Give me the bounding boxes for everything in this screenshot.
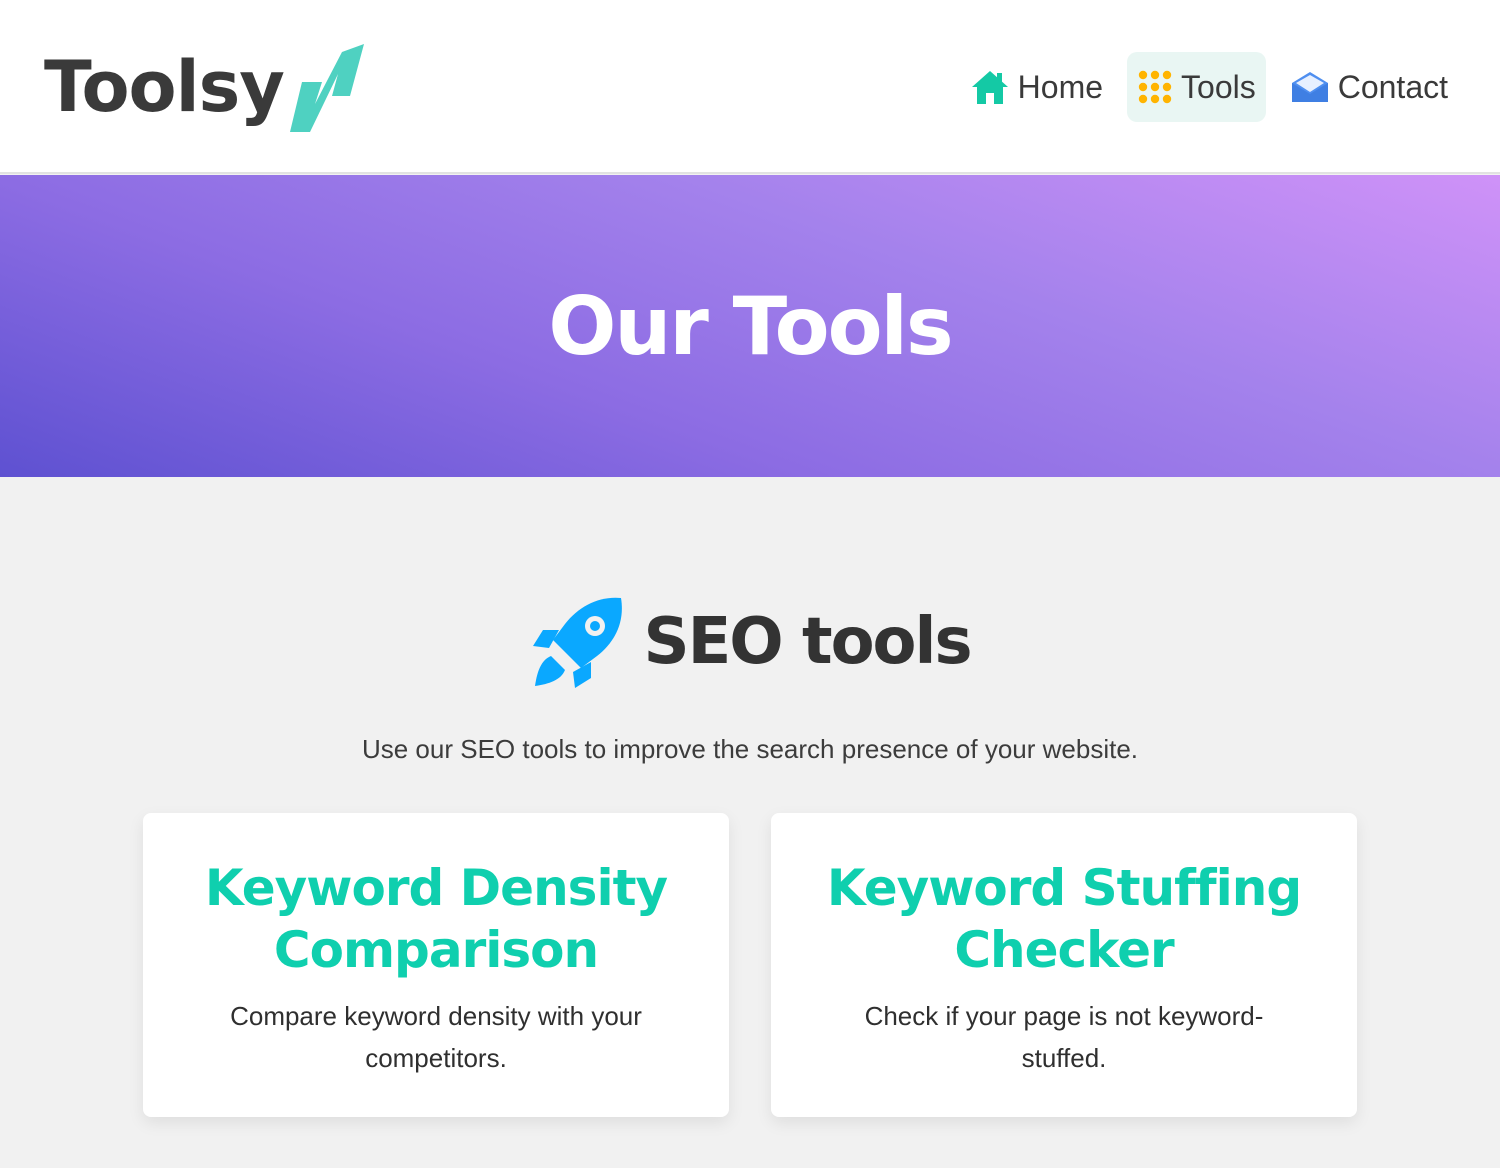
nav-item-home[interactable]: Home (960, 52, 1113, 122)
main-nav: Home Tools Contact (946, 52, 1458, 122)
logo-mark-icon (289, 44, 364, 132)
rocket-icon (533, 597, 623, 688)
grid-dots-icon (1138, 70, 1172, 104)
tool-card-keyword-density-comparison[interactable]: Keyword Density Comparison Compare keywo… (143, 813, 729, 1117)
card-title[interactable]: Keyword Stuffing Checker (811, 857, 1317, 981)
section-description: Use our SEO tools to improve the search … (361, 734, 1139, 764)
section-title: SEO tools (643, 605, 972, 679)
section-heading: SEO tools (0, 592, 1500, 692)
site-logo[interactable]: Toolsy (44, 40, 372, 134)
tool-card-keyword-stuffing-checker[interactable]: Keyword Stuffing Checker Check if your p… (771, 813, 1357, 1117)
card-description: Compare keyword density with your compet… (230, 1001, 642, 1073)
nav-item-label: Tools (1181, 68, 1256, 105)
card-description: Check if your page is not keyword-stuffe… (864, 1001, 1264, 1073)
hero-banner: Our Tools (0, 175, 1500, 477)
site-header: Toolsy Home Tools Contact (0, 0, 1500, 174)
nav-item-contact[interactable]: Contact (1280, 52, 1458, 122)
nav-item-label: Contact (1337, 68, 1448, 105)
page-title: Our Tools (548, 279, 953, 373)
nav-item-tools[interactable]: Tools (1127, 52, 1266, 122)
envelope-icon (1291, 72, 1328, 102)
home-icon (971, 71, 1008, 104)
logo-text: Toolsy (44, 46, 285, 128)
card-title[interactable]: Keyword Density Comparison (183, 857, 689, 981)
nav-item-label: Home (1017, 68, 1104, 105)
